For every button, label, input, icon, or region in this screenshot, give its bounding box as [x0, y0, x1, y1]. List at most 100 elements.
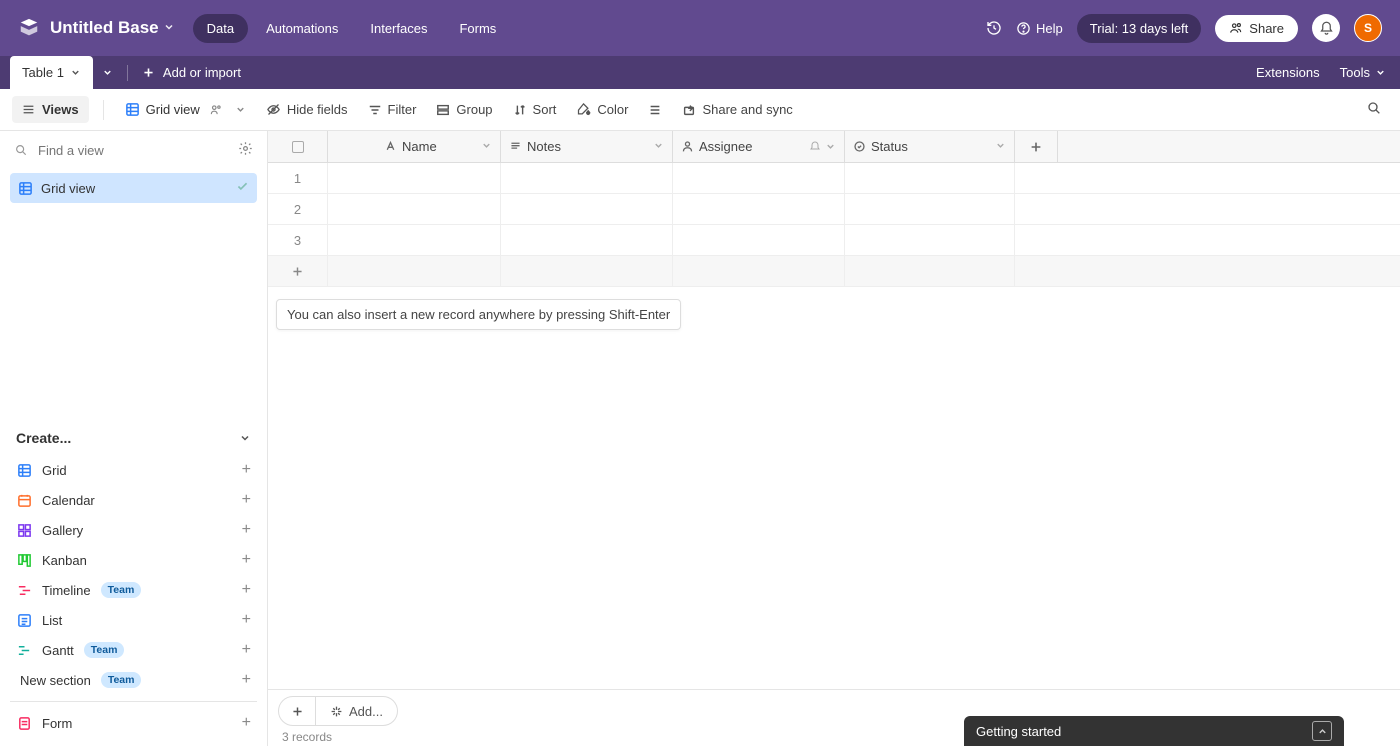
tools-button[interactable]: Tools: [1340, 65, 1386, 80]
table-row[interactable]: 3: [268, 225, 1400, 256]
share-sync-button[interactable]: Share and sync: [675, 97, 799, 122]
app-logo-icon[interactable]: [18, 17, 40, 39]
add-row-button[interactable]: [268, 256, 1400, 287]
base-title-chevron-icon[interactable]: [163, 21, 175, 36]
create-gantt[interactable]: Gantt Team +: [10, 635, 257, 665]
cell[interactable]: [673, 163, 845, 193]
share-button[interactable]: Share: [1215, 15, 1298, 42]
chevron-down-icon[interactable]: [653, 139, 664, 154]
find-view-input[interactable]: [36, 142, 230, 159]
grid-icon: [16, 462, 32, 478]
add-column-button[interactable]: [1015, 131, 1058, 162]
people-icon: [209, 103, 223, 117]
views-label: Views: [42, 102, 79, 117]
nav-automations[interactable]: Automations: [252, 14, 352, 43]
column-label: Assignee: [699, 139, 752, 154]
column-header-notes[interactable]: Notes: [501, 131, 673, 162]
cell[interactable]: [501, 163, 673, 193]
create-gallery[interactable]: Gallery +: [10, 515, 257, 545]
view-settings-button[interactable]: [238, 141, 253, 159]
create-section-header[interactable]: Create...: [0, 420, 267, 454]
add-menu-button[interactable]: Add...: [316, 696, 398, 726]
tab-bar: Table 1 Add or import Extensions Tools: [0, 56, 1400, 89]
create-timeline[interactable]: Timeline Team +: [10, 575, 257, 605]
create-item-label: Gallery: [42, 523, 83, 538]
chevron-down-icon[interactable]: [481, 139, 492, 154]
chevron-down-icon: [1375, 67, 1386, 78]
group-button[interactable]: Group: [429, 97, 499, 122]
current-view-name[interactable]: Grid view: [118, 97, 253, 122]
column-header-assignee[interactable]: Assignee: [673, 131, 845, 162]
nav-forms[interactable]: Forms: [445, 14, 510, 43]
nav-interfaces[interactable]: Interfaces: [356, 14, 441, 43]
search-icon: [1366, 100, 1382, 116]
history-icon[interactable]: [986, 20, 1002, 36]
row-height-icon: [648, 103, 662, 117]
create-item-label: Gantt: [42, 643, 74, 658]
cell[interactable]: [673, 194, 845, 224]
tab-table1[interactable]: Table 1: [10, 56, 93, 89]
row-height-button[interactable]: [641, 98, 669, 122]
create-item-label: Form: [42, 716, 72, 731]
separator: [10, 701, 257, 702]
plus-icon: [142, 66, 155, 79]
color-button[interactable]: Color: [569, 97, 635, 122]
row-number: 3: [268, 225, 328, 255]
cell[interactable]: [328, 194, 501, 224]
extensions-button[interactable]: Extensions: [1256, 65, 1320, 80]
cell[interactable]: [845, 163, 1015, 193]
group-icon: [436, 103, 450, 117]
cell[interactable]: [501, 225, 673, 255]
cell[interactable]: [845, 225, 1015, 255]
tab-dropdown[interactable]: [93, 56, 123, 89]
cell[interactable]: [501, 194, 673, 224]
sidebar-view-grid[interactable]: Grid view: [10, 173, 257, 203]
bell-icon[interactable]: [809, 141, 836, 153]
select-all-header[interactable]: [268, 131, 328, 162]
group-label: Group: [456, 102, 492, 117]
filter-label: Filter: [388, 102, 417, 117]
column-header-status[interactable]: Status: [845, 131, 1015, 162]
getting-started-panel[interactable]: Getting started: [964, 716, 1344, 746]
column-header-name[interactable]: Name: [328, 131, 501, 162]
cell[interactable]: [845, 194, 1015, 224]
cell[interactable]: [673, 225, 845, 255]
nav-data[interactable]: Data: [193, 14, 248, 43]
create-new-section[interactable]: New section Team +: [10, 665, 257, 695]
gallery-icon: [16, 522, 32, 538]
grid-header-row: Name Notes Assignee Status: [268, 131, 1400, 163]
notifications-button[interactable]: [1312, 14, 1340, 42]
view-toolbar: Views Grid view Hide fields Filter Group…: [0, 89, 1400, 131]
create-list: Grid + Calendar + Gallery + Kanban + Tim…: [0, 454, 267, 746]
plus-icon: [268, 256, 328, 286]
create-calendar[interactable]: Calendar +: [10, 485, 257, 515]
trial-pill[interactable]: Trial: 13 days left: [1077, 14, 1202, 43]
chevron-down-icon[interactable]: [995, 139, 1006, 154]
check-icon: [236, 180, 249, 196]
plus-icon: +: [242, 714, 251, 732]
timeline-icon: [16, 582, 32, 598]
views-toggle[interactable]: Views: [12, 96, 89, 123]
table-row[interactable]: 1: [268, 163, 1400, 194]
cell[interactable]: [328, 225, 501, 255]
add-record-button[interactable]: [278, 696, 316, 726]
hide-fields-button[interactable]: Hide fields: [259, 97, 355, 122]
filter-icon: [368, 103, 382, 117]
create-grid[interactable]: Grid +: [10, 455, 257, 485]
create-list-view[interactable]: List +: [10, 605, 257, 635]
base-title[interactable]: Untitled Base: [50, 18, 159, 38]
people-icon: [1229, 21, 1243, 35]
add-or-import-button[interactable]: Add or import: [132, 56, 251, 89]
help-button[interactable]: Help: [1016, 21, 1063, 36]
user-avatar[interactable]: S: [1354, 14, 1382, 42]
cell[interactable]: [328, 163, 501, 193]
create-form[interactable]: Form +: [10, 708, 257, 738]
create-kanban[interactable]: Kanban +: [10, 545, 257, 575]
sort-button[interactable]: Sort: [506, 97, 564, 122]
table-row[interactable]: 2: [268, 194, 1400, 225]
expand-button[interactable]: [1312, 721, 1332, 741]
filter-button[interactable]: Filter: [361, 97, 424, 122]
column-label: Name: [402, 139, 437, 154]
grid-icon: [125, 102, 140, 117]
search-button[interactable]: [1360, 94, 1388, 125]
